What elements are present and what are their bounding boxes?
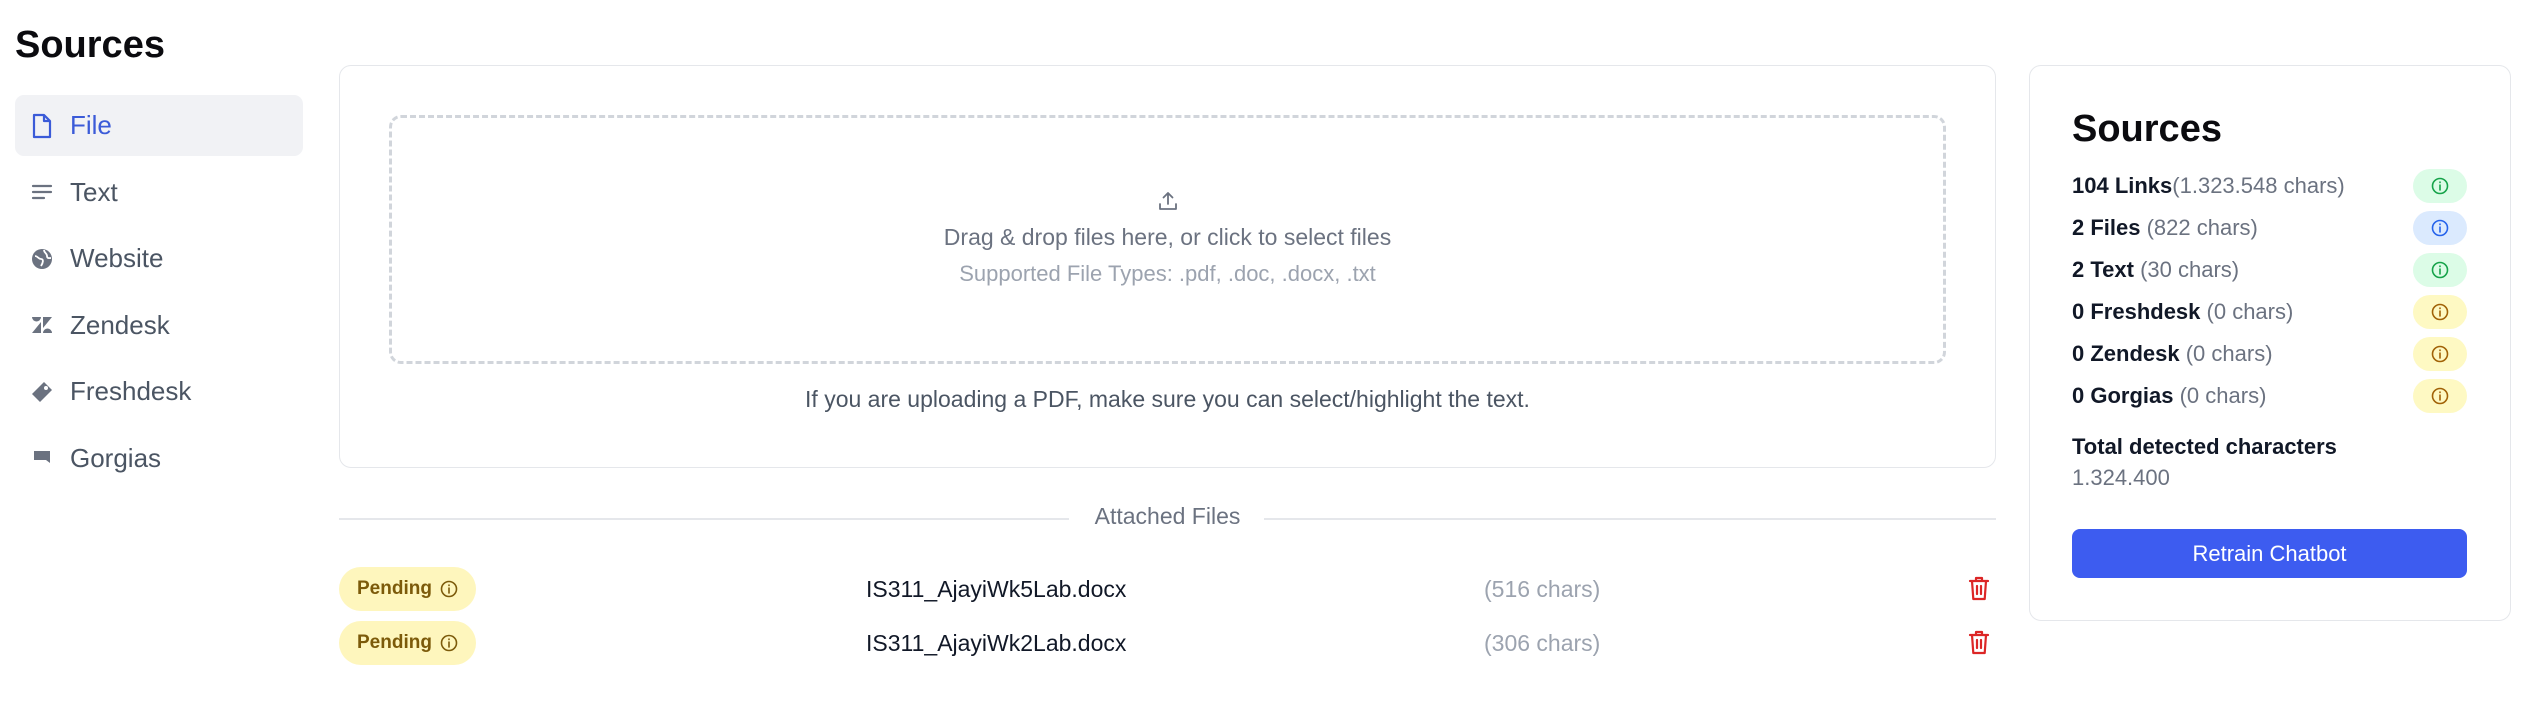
- file-name: IS311_AjayiWk5Lab.docx: [866, 576, 1127, 602]
- source-chars: (0 chars): [2200, 299, 2294, 324]
- info-pill[interactable]: [2413, 169, 2467, 203]
- upload-icon: [1157, 190, 1179, 217]
- trash-icon[interactable]: [1968, 576, 1990, 606]
- file-row: Pending IS311_AjayiWk5Lab.docx (516 char…: [339, 567, 2001, 611]
- status-badge[interactable]: Pending: [339, 621, 476, 665]
- source-chars: (0 chars): [2179, 341, 2273, 366]
- source-count-text: 2 Text (30 chars): [2072, 257, 2239, 283]
- nav-item-gorgias[interactable]: Gorgias: [15, 428, 303, 489]
- attached-files-divider: Attached Files: [339, 500, 1996, 534]
- nav-item-freshdesk[interactable]: Freshdesk: [15, 361, 303, 422]
- gorgias-icon: [27, 443, 57, 473]
- nav-item-label: File: [70, 110, 112, 140]
- info-icon: [2431, 345, 2449, 363]
- status-badge[interactable]: Pending: [339, 567, 476, 611]
- sources-summary-card: Sources 104 Links(1.323.548 chars) 2 File…: [2029, 65, 2511, 621]
- source-count: 0 Freshdesk: [2072, 299, 2201, 324]
- info-icon: [2431, 261, 2449, 279]
- info-pill[interactable]: [2413, 211, 2467, 245]
- info-icon: [2431, 219, 2449, 237]
- info-pill[interactable]: [2413, 295, 2467, 329]
- sources-nav: File Text Website Zendesk Freshdesk Gorg…: [15, 95, 303, 494]
- info-icon: [440, 634, 458, 652]
- source-count-row: 2 Text (30 chars): [2072, 253, 2467, 287]
- source-count-text: 2 Files (822 chars): [2072, 215, 2258, 241]
- source-count-text: 104 Links(1.323.548 chars): [2072, 173, 2345, 199]
- source-count: 0 Zendesk: [2072, 341, 2180, 366]
- source-count-text: 0 Zendesk (0 chars): [2072, 341, 2273, 367]
- page-title: Sources: [15, 24, 165, 66]
- nav-item-file[interactable]: File: [15, 95, 303, 156]
- info-icon: [2431, 177, 2449, 195]
- source-chars: (1.323.548 chars): [2172, 173, 2345, 198]
- dropzone-title: Drag & drop files here, or click to sele…: [943, 224, 1392, 250]
- pdf-note: If you are uploading a PDF, make sure yo…: [805, 386, 1530, 412]
- file-row: Pending IS311_AjayiWk2Lab.docx (306 char…: [339, 621, 2001, 665]
- info-icon: [2431, 387, 2449, 405]
- source-count: 0 Gorgias: [2072, 383, 2174, 408]
- file-name: IS311_AjayiWk2Lab.docx: [866, 630, 1127, 656]
- source-count-row: 2 Files (822 chars): [2072, 211, 2467, 245]
- nav-item-website[interactable]: Website: [15, 228, 303, 289]
- info-pill[interactable]: [2413, 253, 2467, 287]
- nav-item-label: Freshdesk: [70, 376, 192, 406]
- source-count-row: 0 Zendesk (0 chars): [2072, 337, 2467, 371]
- nav-item-zendesk[interactable]: Zendesk: [15, 295, 303, 356]
- source-count-text: 0 Gorgias (0 chars): [2072, 383, 2266, 409]
- info-icon: [440, 580, 458, 598]
- info-icon: [2431, 303, 2449, 321]
- zendesk-icon: [27, 310, 57, 340]
- status-label: Pending: [357, 578, 432, 599]
- nav-item-label: Text: [70, 176, 118, 207]
- info-pill[interactable]: [2413, 337, 2467, 371]
- nav-item-text[interactable]: Text: [15, 162, 303, 223]
- nav-item-label: Gorgias: [70, 442, 162, 473]
- text-lines-icon: [27, 177, 57, 207]
- file-icon: [27, 111, 57, 141]
- info-pill[interactable]: [2413, 379, 2467, 413]
- nav-item-label: Zendesk: [70, 309, 170, 340]
- file-chars: (306 chars): [1484, 630, 1601, 656]
- globe-icon: [27, 244, 57, 274]
- dropzone-subtitle: Supported File Types: .pdf, .doc, .docx,…: [959, 261, 1376, 286]
- file-chars: (516 chars): [1484, 576, 1601, 602]
- total-characters-value: 1.324.400: [2072, 465, 2170, 490]
- summary-title: Sources: [2072, 108, 2222, 150]
- source-count-row: 0 Freshdesk (0 chars): [2072, 295, 2467, 329]
- source-count-row: 104 Links(1.323.548 chars): [2072, 169, 2467, 203]
- source-count-row: 0 Gorgias (0 chars): [2072, 379, 2467, 413]
- upload-card: Drag & drop files here, or click to sele…: [339, 65, 1996, 468]
- source-count-text: 0 Freshdesk (0 chars): [2072, 299, 2293, 325]
- source-chars: (30 chars): [2133, 257, 2240, 282]
- attached-files-heading: Attached Files: [1094, 503, 1241, 529]
- file-dropzone[interactable]: Drag & drop files here, or click to sele…: [389, 115, 1946, 364]
- source-chars: (822 chars): [2140, 215, 2258, 240]
- retrain-chatbot-button[interactable]: Retrain Chatbot: [2072, 529, 2467, 578]
- ticket-icon: [27, 377, 57, 407]
- status-label: Pending: [357, 632, 432, 653]
- trash-icon[interactable]: [1968, 630, 1990, 660]
- source-count: 104 Links: [2072, 173, 2173, 198]
- source-chars: (0 chars): [2173, 383, 2267, 408]
- nav-item-label: Website: [70, 243, 164, 273]
- divider-line: [1264, 518, 1996, 520]
- total-characters-label: Total detected characters: [2072, 434, 2337, 459]
- source-count: 2 Files: [2072, 215, 2141, 240]
- source-count: 2 Text: [2072, 257, 2134, 282]
